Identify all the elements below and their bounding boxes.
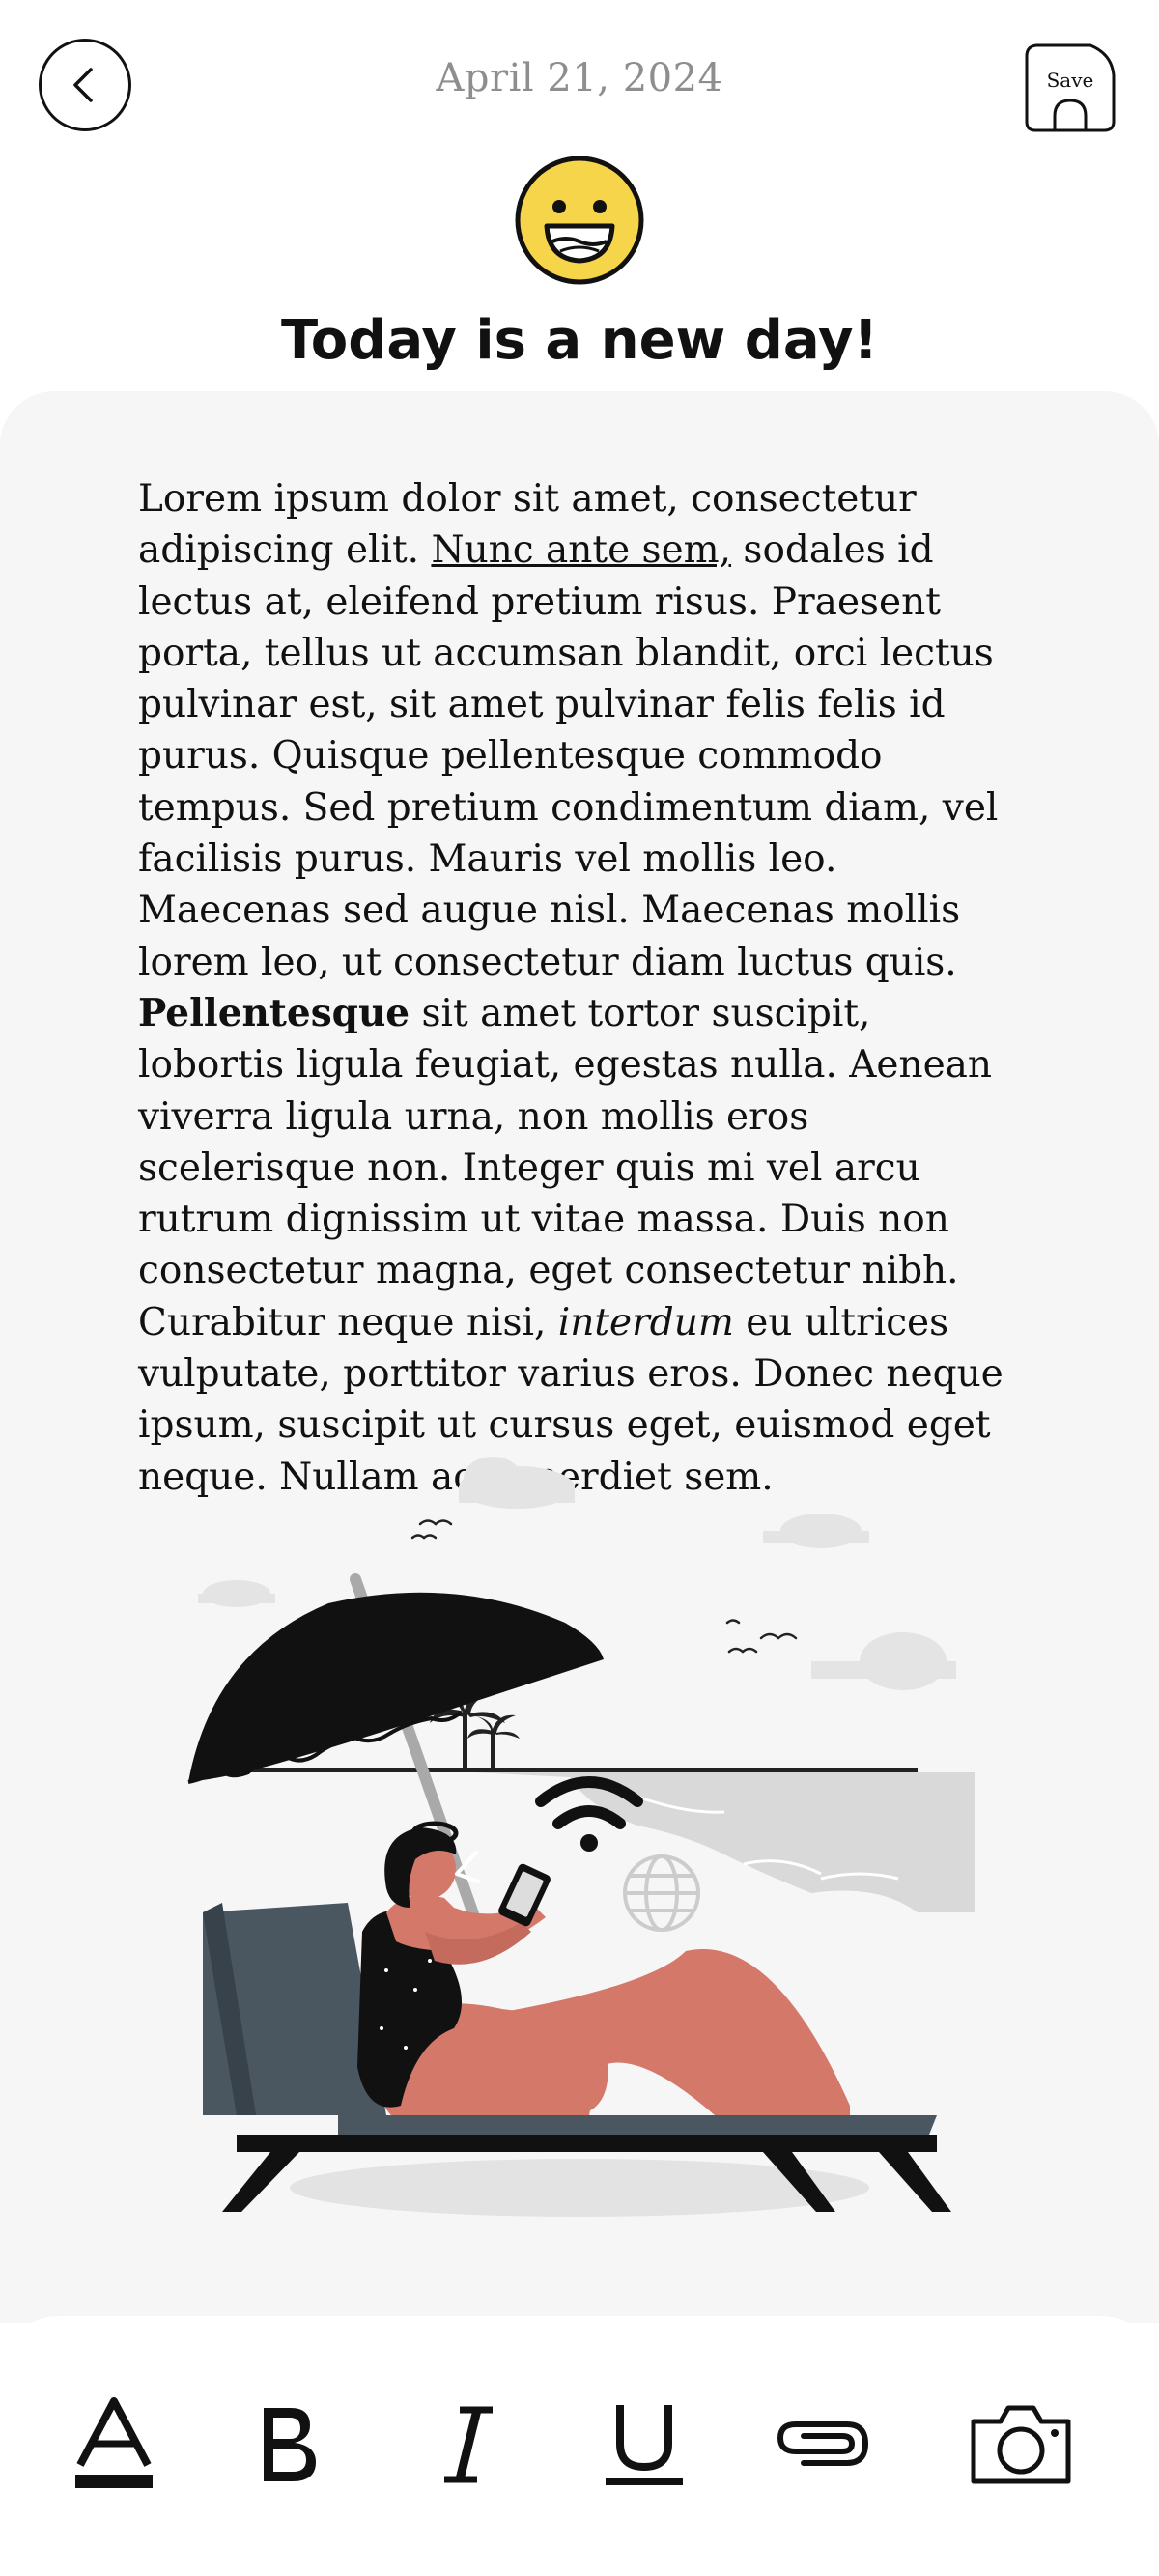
camera-button[interactable]: [968, 2391, 1074, 2497]
grinning-face-icon[interactable]: [514, 155, 645, 286]
entry-title: Today is a new day!: [281, 309, 878, 372]
body-text-underlined: Nunc ante sem,: [431, 528, 732, 573]
italic-button[interactable]: [415, 2391, 522, 2497]
body-text-italic: interdum: [557, 1300, 734, 1345]
body-text-bold: Pellentesque: [138, 990, 410, 1035]
camera-icon: [971, 2405, 1071, 2484]
body-text-2: sodales id lectus at, eleifend pretium r…: [138, 528, 999, 984]
save-button[interactable]: Save: [1025, 42, 1116, 133]
bold-button[interactable]: [235, 2391, 341, 2497]
text-color-button[interactable]: [61, 2391, 167, 2497]
text-color-icon: [75, 2397, 153, 2488]
entry-body[interactable]: Lorem ipsum dolor sit amet, consectetur …: [138, 473, 1027, 1503]
attach-button[interactable]: [770, 2391, 876, 2497]
bold-icon: [264, 2408, 316, 2481]
underline-icon: [606, 2405, 683, 2485]
entry-date: April 21, 2024: [436, 56, 723, 100]
italic-icon: [444, 2406, 493, 2483]
beach-illustration: [184, 1449, 975, 2241]
save-label: Save: [1046, 69, 1094, 92]
underline-button[interactable]: [591, 2391, 697, 2497]
attachment-icon: [777, 2421, 869, 2466]
body-text-3: sit amet tortor suscipit, lobortis ligul…: [138, 991, 993, 1345]
